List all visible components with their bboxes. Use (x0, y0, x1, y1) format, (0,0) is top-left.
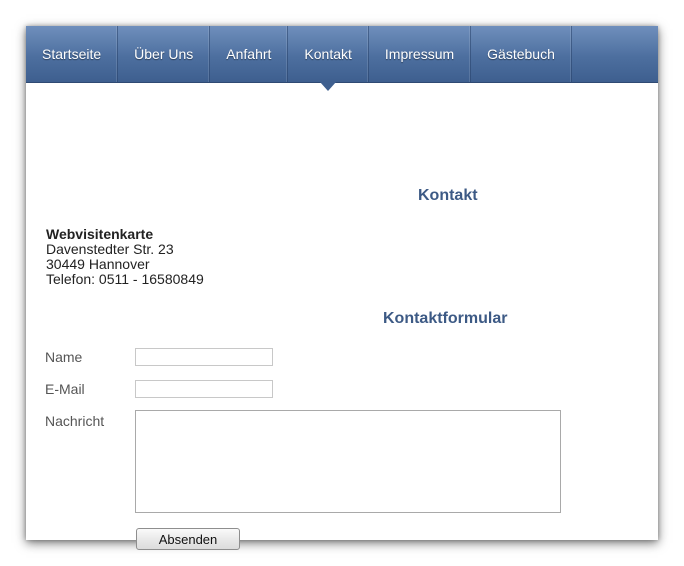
main-navigation: Startseite Über Uns Anfahrt Kontakt Impr… (26, 26, 658, 91)
email-label: E-Mail (45, 381, 85, 397)
name-input[interactable] (135, 348, 273, 366)
business-card-phone: Telefon: 0511 - 16580849 (46, 271, 204, 287)
business-card: Webvisitenkarte Davenstedter Str. 23 304… (46, 227, 204, 287)
contact-form-heading: Kontaktformular (383, 310, 508, 327)
name-label: Name (45, 349, 83, 365)
nav-list: Startseite Über Uns Anfahrt Kontakt Impr… (26, 26, 658, 91)
nav-item-anfahrt[interactable]: Anfahrt (210, 26, 289, 82)
business-card-title: Webvisitenkarte (46, 226, 154, 242)
business-card-street: Davenstedter Str. 23 (46, 241, 174, 257)
submit-button[interactable]: Absenden (136, 528, 240, 550)
nav-item-ueber-uns[interactable]: Über Uns (118, 26, 211, 82)
message-label: Nachricht (45, 413, 105, 429)
nav-item-impressum[interactable]: Impressum (369, 26, 472, 82)
page-container: Startseite Über Uns Anfahrt Kontakt Impr… (26, 26, 658, 550)
message-textarea[interactable] (135, 410, 561, 513)
email-input[interactable] (135, 380, 273, 398)
nav-item-gaestebuch[interactable]: Gästebuch (471, 26, 572, 82)
business-card-city: 30449 Hannover (46, 256, 150, 272)
nav-item-startseite[interactable]: Startseite (26, 26, 119, 82)
contact-heading: Kontakt (418, 187, 478, 204)
nav-item-kontakt[interactable]: Kontakt (288, 26, 369, 91)
